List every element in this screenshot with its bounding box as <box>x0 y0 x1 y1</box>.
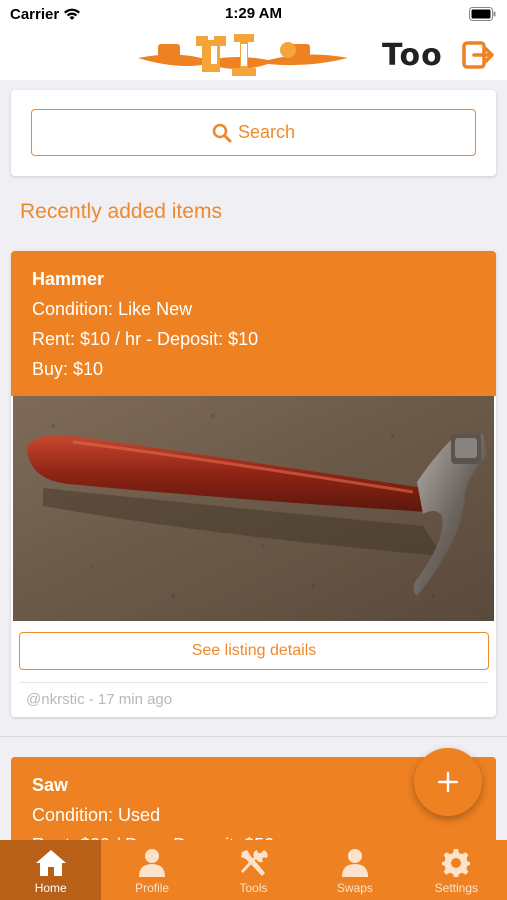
tab-bar: Home Profile Tools Swaps Settings <box>0 840 507 900</box>
exit-icon[interactable] <box>458 40 498 75</box>
listing-condition: Condition: Like New <box>32 299 193 319</box>
tools-icon <box>238 848 270 878</box>
card-divider <box>19 682 489 683</box>
listing-condition: Condition: Used <box>32 805 161 825</box>
tab-label: Home <box>34 881 67 895</box>
status-bar: Carrier 1:29 AM <box>0 0 507 28</box>
tab-label: Settings <box>434 881 478 895</box>
plus-icon <box>437 771 459 793</box>
listing-meta: @nkrstic - 17 min ago <box>26 691 173 708</box>
search-label: Search <box>237 122 296 142</box>
section-title: Recently added items <box>20 200 222 223</box>
app-header: Too <box>0 28 507 80</box>
listing-buy: Buy: $10 <box>32 359 104 379</box>
tab-tools[interactable]: Tools <box>203 840 304 900</box>
logo-text: Too <box>382 38 443 73</box>
status-time: 1:29 AM <box>225 5 282 22</box>
home-icon <box>34 848 68 878</box>
battery-icon <box>469 7 497 25</box>
tab-label: Profile <box>135 881 170 895</box>
add-item-button[interactable] <box>414 748 482 816</box>
listing-card[interactable]: Hammer Condition: Like New Rent: $10 / h… <box>11 251 496 717</box>
search-card: Search <box>11 90 496 176</box>
listing-rent: Rent: $10 / hr - Deposit: $10 <box>32 329 259 349</box>
see-listing-details-button[interactable]: See listing details <box>19 632 489 670</box>
tab-swaps[interactable]: Swaps <box>304 840 405 900</box>
gear-icon <box>441 848 471 878</box>
person-icon <box>340 848 370 878</box>
listing-name: Hammer <box>32 269 105 289</box>
listing-header: Hammer Condition: Like New Rent: $10 / h… <box>11 251 496 396</box>
search-icon <box>212 123 232 142</box>
tab-profile[interactable]: Profile <box>101 840 202 900</box>
tab-label: Tools <box>239 881 268 895</box>
tab-home[interactable]: Home <box>0 840 102 900</box>
person-icon <box>137 848 167 878</box>
tool-gear-logo-icon <box>138 30 350 80</box>
listing-name: Saw <box>32 775 69 795</box>
search-button[interactable]: Search <box>31 109 476 156</box>
tab-settings[interactable]: Settings <box>406 840 507 900</box>
page-divider <box>0 736 507 737</box>
listing-image[interactable] <box>13 396 494 621</box>
tab-label: Swaps <box>336 881 373 895</box>
